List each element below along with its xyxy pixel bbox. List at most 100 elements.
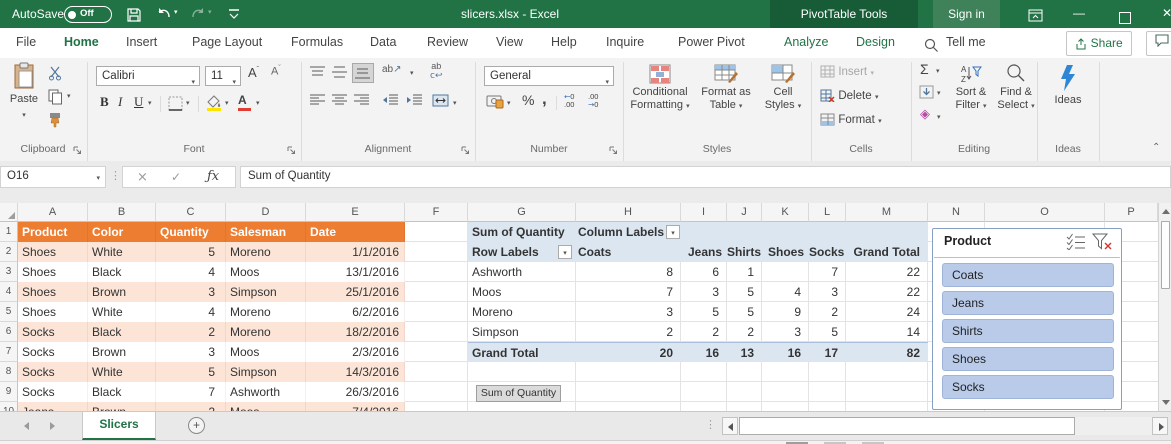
slicer-item-shoes[interactable]: Shoes — [942, 347, 1114, 371]
col-header-I[interactable]: I — [681, 203, 727, 222]
cell-date[interactable]: 1/1/2016 — [306, 242, 405, 262]
row-header-1[interactable]: 1 — [0, 222, 18, 242]
col-header-E[interactable]: E — [306, 203, 405, 222]
scroll-left-button[interactable] — [722, 417, 738, 435]
pivot-value[interactable]: 2 — [809, 302, 846, 322]
bottom-align-button[interactable] — [352, 63, 374, 83]
pivot-value[interactable]: 14 — [846, 322, 928, 342]
redo-dropdown-icon[interactable]: ▾ — [208, 0, 212, 26]
fill-color-dropdown-icon[interactable]: ▾ — [225, 99, 229, 107]
pivot-value[interactable]: 5 — [727, 302, 762, 322]
autosave-toggle[interactable]: Off — [64, 6, 112, 23]
col-header-K[interactable]: K — [762, 203, 809, 222]
pivot-value[interactable]: 4 — [762, 282, 809, 302]
increase-decimal-icon[interactable]: ←0.00 — [564, 93, 574, 109]
cell-quantity[interactable]: 2 — [156, 402, 226, 411]
pivot-value[interactable]: 13 — [727, 343, 762, 363]
fill-dropdown-icon[interactable]: ▾ — [937, 89, 941, 97]
copy-dropdown-icon[interactable]: ▾ — [67, 92, 71, 100]
col-header-N[interactable]: N — [928, 203, 985, 222]
col-header-F[interactable]: F — [405, 203, 468, 222]
cell-product[interactable]: Socks — [18, 362, 88, 382]
pivot-col-coats[interactable]: Coats — [576, 242, 681, 262]
pivot-col-shirts[interactable]: Shirts — [727, 242, 762, 262]
tell-me-label[interactable]: Tell me — [944, 28, 988, 58]
borders-dropdown-icon[interactable]: ▾ — [186, 99, 190, 107]
pivot-value[interactable]: 3 — [681, 282, 727, 302]
tab-file[interactable]: File — [14, 28, 38, 58]
pivot-value[interactable]: 2 — [727, 322, 762, 342]
cell-date[interactable]: 18/2/2016 — [306, 322, 405, 342]
pivot-col-jeans[interactable]: Jeans — [681, 242, 727, 262]
tab-formulas[interactable]: Formulas — [289, 28, 345, 58]
product-slicer[interactable]: Product Coats Jeans Shirts Shoes Socks — [932, 228, 1122, 410]
font-dialog-launcher-icon[interactable] — [287, 144, 296, 153]
find-select-button[interactable]: Find & Select ▾ — [994, 58, 1038, 138]
tab-review[interactable]: Review — [425, 28, 470, 58]
tab-page-layout[interactable]: Page Layout — [190, 28, 264, 58]
increase-indent-icon[interactable] — [406, 94, 422, 110]
cell-salesman[interactable]: Moos — [226, 262, 306, 282]
share-button[interactable]: Share — [1066, 31, 1132, 56]
clear-icon[interactable]: ◈ — [920, 107, 930, 122]
horizontal-scrollbar[interactable] — [722, 417, 1168, 435]
cell-quantity[interactable]: 4 — [156, 262, 226, 282]
col-header-B[interactable]: B — [88, 203, 156, 222]
pivot-value[interactable]: 82 — [846, 343, 928, 363]
cell-product[interactable]: Socks — [18, 322, 88, 342]
pivot-value[interactable]: 6 — [681, 262, 727, 282]
increase-font-size-icon[interactable]: Aˆ — [248, 65, 259, 80]
cell-date[interactable]: 2/3/2016 — [306, 342, 405, 362]
col-header-D[interactable]: D — [226, 203, 306, 222]
autosum-button[interactable]: Σ — [920, 61, 929, 77]
pivot-col-shoes[interactable]: Shoes — [762, 242, 809, 262]
orientation-icon[interactable]: ab↗ — [382, 64, 402, 75]
pivot-value[interactable]: 17 — [809, 343, 846, 363]
cell-date[interactable]: 14/3/2016 — [306, 362, 405, 382]
row-header-10[interactable]: 10 — [0, 402, 18, 411]
borders-icon[interactable] — [168, 96, 183, 114]
pivot-value[interactable]: 7 — [809, 262, 846, 282]
row-header-6[interactable]: 6 — [0, 322, 18, 342]
scroll-up-icon[interactable] — [1162, 209, 1170, 214]
col-header-O[interactable]: O — [985, 203, 1105, 222]
cell-salesman[interactable]: Moos — [226, 342, 306, 362]
row-header-9[interactable]: 9 — [0, 382, 18, 402]
pivot-row-label[interactable]: Moos — [468, 282, 576, 302]
align-right-icon[interactable] — [354, 94, 369, 110]
tab-design[interactable]: Design — [854, 28, 897, 58]
pivot-value[interactable]: 2 — [576, 322, 681, 342]
undo-dropdown-icon[interactable]: ▾ — [174, 0, 178, 26]
tab-insert[interactable]: Insert — [124, 28, 159, 58]
pivot-value[interactable]: 5 — [681, 302, 727, 322]
paste-button[interactable]: Paste ▾ — [6, 62, 42, 140]
format-painter-icon[interactable] — [48, 112, 63, 131]
tab-home[interactable]: Home — [62, 28, 101, 61]
clipboard-dialog-launcher-icon[interactable] — [73, 144, 82, 153]
pivot-value[interactable] — [762, 262, 809, 282]
cancel-icon[interactable]: × — [137, 170, 148, 185]
pivot-value-field-cell[interactable]: Sum of Quantity — [468, 222, 576, 242]
cell-styles-button[interactable]: Cell Styles ▾ — [758, 58, 808, 138]
cut-icon[interactable] — [48, 66, 63, 84]
collapse-ribbon-icon[interactable]: ⌃ — [1152, 142, 1160, 153]
merge-center-icon[interactable] — [432, 94, 449, 110]
pivot-row-label[interactable]: Ashworth — [468, 262, 576, 282]
cell-quantity[interactable]: 2 — [156, 322, 226, 342]
row-header-3[interactable]: 3 — [0, 262, 18, 282]
quick-access-toolbar-more-icon[interactable] — [228, 4, 240, 22]
cell-salesman[interactable]: Moreno — [226, 322, 306, 342]
vertical-scroll-thumb[interactable] — [1161, 221, 1170, 289]
row-header-4[interactable]: 4 — [0, 282, 18, 302]
pivot-value[interactable]: 3 — [809, 282, 846, 302]
tab-view[interactable]: View — [494, 28, 525, 58]
wrap-text-icon[interactable]: abc↩ — [430, 62, 443, 81]
center-icon[interactable] — [332, 94, 347, 110]
sheet-tab-slicers[interactable]: Slicers — [82, 412, 156, 440]
cell-color[interactable]: Brown — [88, 342, 156, 362]
row-labels-filter-icon[interactable]: ▾ — [558, 245, 572, 259]
close-button[interactable]: ✕ — [1152, 0, 1171, 28]
scroll-right-button[interactable] — [1152, 417, 1168, 435]
cell-quantity[interactable]: 5 — [156, 242, 226, 262]
cell-color[interactable]: White — [88, 242, 156, 262]
